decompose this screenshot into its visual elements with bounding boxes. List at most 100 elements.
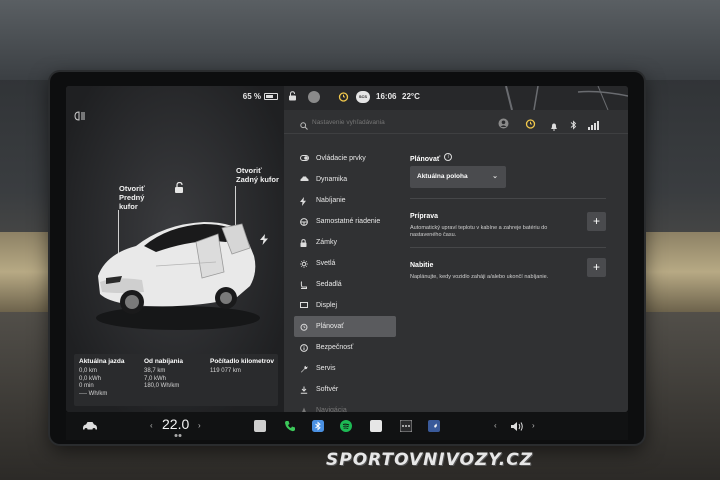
wrench-icon — [300, 365, 308, 373]
frunk-label-line1: Otvoriť — [119, 184, 145, 193]
car-icon — [300, 176, 309, 184]
sidebar-item-sun[interactable]: Svetlá — [294, 253, 396, 274]
map-preview[interactable] — [478, 86, 628, 110]
preconditioning-title: Príprava — [410, 213, 439, 220]
spotify-icon[interactable] — [340, 418, 352, 434]
odometer-value: 119 077 km — [210, 368, 241, 374]
notification-bell-icon[interactable] — [550, 118, 558, 136]
location-dropdown-value: Aktuálna poloha — [417, 173, 468, 180]
open-trunk-button[interactable]: Otvoriť Zadný kufor — [236, 166, 279, 184]
battery-indicator: 65 % — [243, 92, 278, 101]
download-icon — [300, 386, 308, 394]
add-charging-schedule-button[interactable]: + — [587, 258, 606, 277]
sidebar-item-display[interactable]: Displej — [294, 295, 396, 316]
sidebar-item-seat[interactable]: Sedadlá — [294, 274, 396, 295]
sidebar-item-label: Ovládacie prvky — [316, 155, 366, 162]
bolt-icon — [300, 196, 308, 206]
section-divider — [410, 247, 606, 248]
sidebar-item-toggle[interactable]: Ovládacie prvky — [294, 148, 396, 169]
info-icon[interactable]: i — [444, 152, 453, 161]
car-illustration — [96, 222, 260, 330]
cabin-temperature[interactable]: 22.0 — [162, 416, 189, 432]
profile-icon[interactable] — [308, 91, 320, 103]
current-trip-distance: 0,0 km — [79, 368, 98, 374]
rocket-toybox-icon[interactable] — [428, 418, 440, 434]
sidebar-item-label: Nabíjanie — [316, 197, 346, 204]
search-icon — [300, 117, 308, 135]
settings-panel: Ovládacie prvky Dynamika Nabíjanie Samostat… — [284, 110, 628, 412]
bottom-dock: ‹ 22.0 › ‹ › — [66, 412, 628, 440]
sidebar-item-label: Svetlá — [316, 260, 336, 267]
sidebar-item-label: Sedadlá — [316, 281, 342, 288]
since-charge-title: Od nabíjania — [144, 358, 184, 365]
headlights-icon[interactable] — [74, 111, 86, 121]
since-charge-energy: 7,0 kWh — [144, 375, 167, 382]
schedule-header: Plánovať i — [410, 148, 610, 166]
sidebar-item-wrench[interactable]: Servis — [294, 358, 396, 379]
sidebar-item-navigation[interactable]: Navigácia — [294, 400, 396, 412]
display-icon — [300, 301, 308, 310]
alarm-clock-icon — [300, 323, 308, 331]
location-dropdown[interactable]: Aktuálna poloha ⌄ — [410, 166, 506, 188]
more-apps-icon[interactable] — [400, 418, 412, 434]
sidebar-item-alarm-clock[interactable]: Plánovať — [294, 316, 396, 337]
watermark: SPORTOVNIVOZY.CZ — [326, 450, 534, 470]
charging-schedule-title: Nabitie — [410, 262, 434, 269]
volume-icon[interactable] — [510, 418, 524, 434]
unlock-icon[interactable] — [174, 180, 184, 198]
trunk-label-line1: Otvoriť — [236, 166, 262, 175]
frunk-label-line2: Predný — [119, 193, 145, 202]
current-trip-stats: Aktuálna jazda 0,0 km 0,0 kWh 0 min ----… — [79, 358, 125, 398]
sidebar-item-bolt[interactable]: Nabíjanie — [294, 190, 396, 211]
trunk-label-line2: Zadný kufor — [236, 175, 279, 184]
sidebar-item-label: Zámky — [316, 239, 337, 246]
seat-heater-icon[interactable] — [174, 432, 184, 438]
touchscreen: 65 % Otvoriť Predný kufor Otvoriť Zadný … — [66, 86, 628, 412]
battery-fill — [266, 95, 273, 98]
sidebar-item-download[interactable]: Softvér — [294, 379, 396, 400]
car-panel: 65 % Otvoriť Predný kufor Otvoriť Zadný … — [66, 86, 284, 412]
odometer-stats: Počítadlo kilometrov 119 077 km — [210, 358, 274, 376]
sun-icon — [300, 259, 308, 268]
app-badge[interactable]: SCS — [356, 91, 370, 103]
glovebox-icon[interactable] — [254, 418, 266, 434]
calendar-icon[interactable] — [370, 418, 382, 434]
settings-search-input[interactable] — [312, 114, 462, 130]
bluetooth-icon[interactable] — [312, 418, 324, 434]
sidebar-item-label: Softvér — [316, 386, 339, 393]
phone-icon[interactable] — [284, 418, 296, 434]
sidebar-item-label: Samostatné riadenie — [316, 218, 381, 225]
sidebar-item-steering-wheel[interactable]: Samostatné riadenie — [294, 211, 396, 232]
sidebar-item-info[interactable]: Bezpečnosť — [294, 337, 396, 358]
sidebar-item-label: Servis — [316, 365, 336, 372]
clock: 16:06 — [376, 92, 397, 101]
preconditioning-description: Automatický upraví teplotu v kabíne a za… — [410, 225, 548, 238]
current-trip-energy: 0,0 kWh — [79, 375, 102, 382]
sidebar-item-lock[interactable]: Zámky — [294, 232, 396, 253]
lock-icon — [300, 238, 308, 247]
sidebar-item-label: Plánovať — [316, 323, 344, 330]
sidebar-item-label: Displej — [316, 302, 338, 309]
charging-schedule-description: Naplánujte, kedy vozidlo zaháji a/alebo … — [410, 274, 549, 280]
car-icon[interactable] — [82, 418, 98, 434]
toggle-icon — [300, 154, 309, 163]
alarm-clock-icon[interactable] — [525, 116, 536, 134]
bluetooth-icon[interactable] — [570, 117, 577, 135]
battery-percent: 65 % — [242, 92, 261, 101]
schedule-title: Plánovať — [410, 156, 441, 163]
sidebar-item-label: Bezpečnosť — [316, 344, 354, 351]
volume-up-button[interactable]: › — [532, 421, 535, 430]
volume-down-button[interactable]: ‹ — [494, 421, 497, 430]
temp-up-button[interactable]: › — [198, 421, 201, 430]
temp-down-button[interactable]: ‹ — [150, 421, 153, 430]
cellular-signal-icon — [588, 117, 600, 135]
wood-trim-left — [0, 232, 56, 312]
lock-status-icon[interactable] — [288, 91, 297, 103]
odometer-title: Počítadlo kilometrov — [210, 358, 274, 365]
search-bar — [284, 110, 628, 134]
status-bar: SCS 16:06 22°C — [284, 86, 628, 110]
alarm-clock-icon[interactable] — [338, 91, 349, 104]
profile-icon[interactable] — [498, 116, 509, 134]
add-preconditioning-button[interactable]: + — [587, 212, 606, 231]
sidebar-item-car[interactable]: Dynamika — [294, 169, 396, 190]
